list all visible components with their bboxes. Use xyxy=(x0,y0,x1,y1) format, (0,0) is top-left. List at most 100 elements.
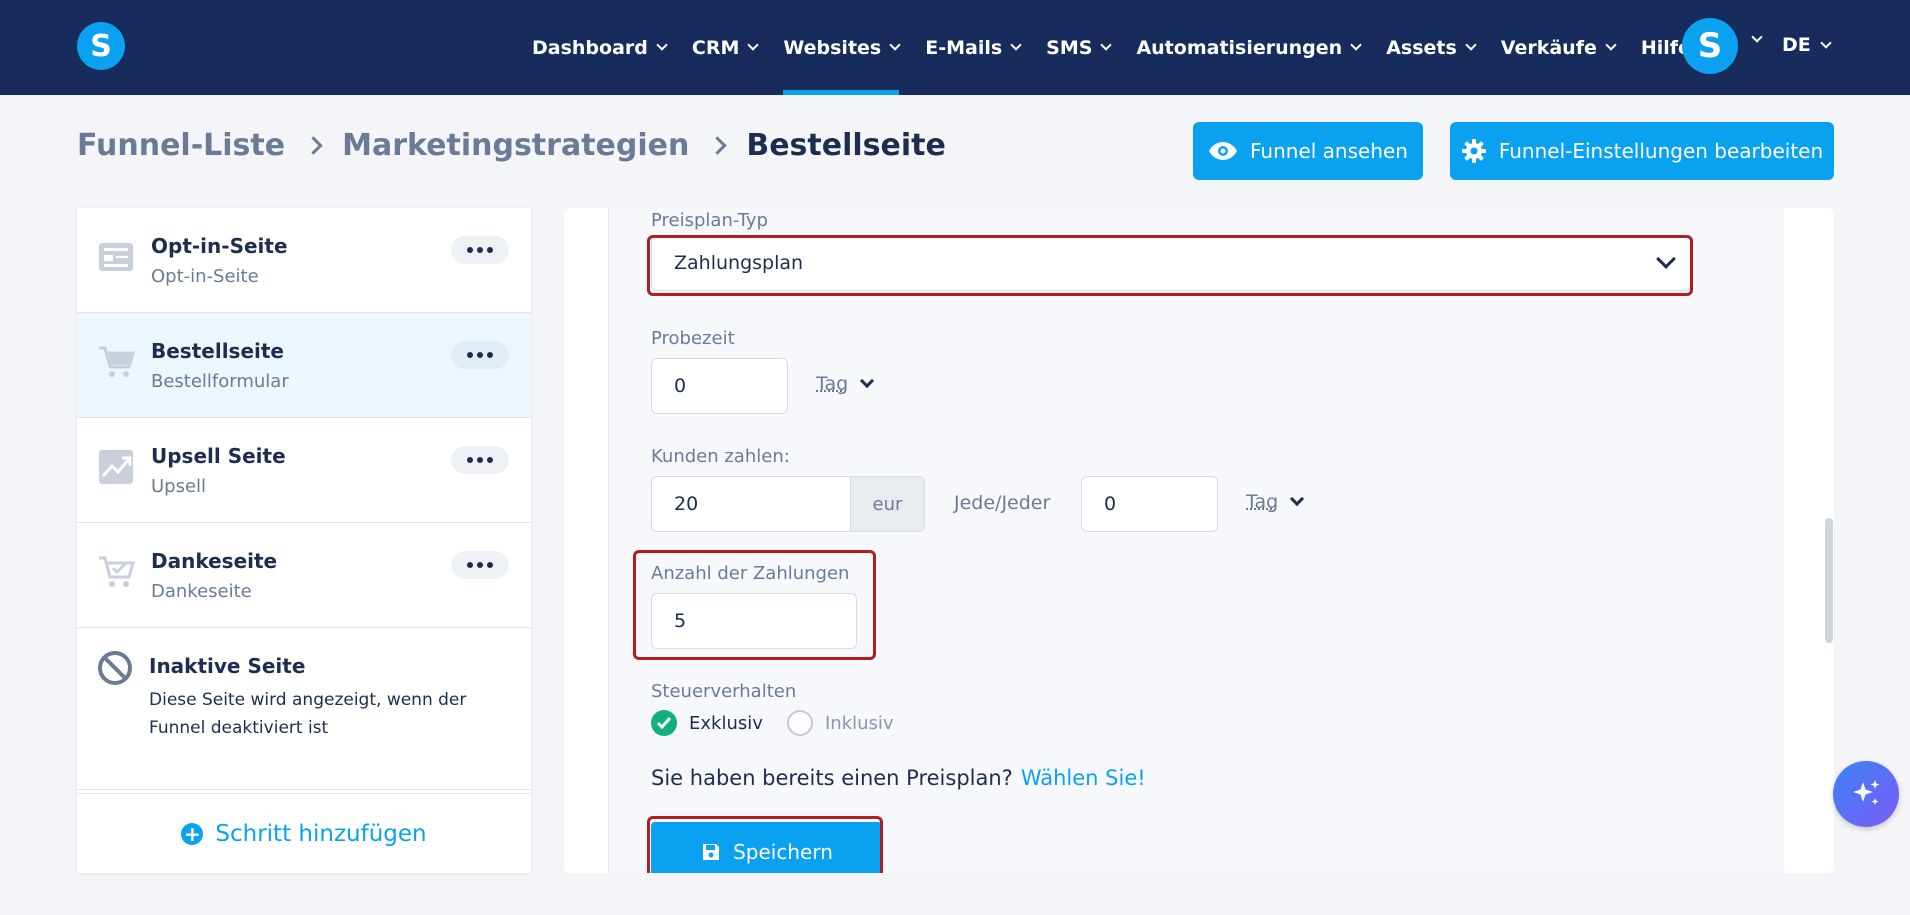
ai-assistant-button[interactable] xyxy=(1833,761,1899,827)
add-step-label: Schritt hinzufügen xyxy=(215,820,427,847)
chevron-down-icon xyxy=(1350,39,1362,51)
step-subtitle: Dankeseite xyxy=(151,581,252,602)
funnel-steps-sidebar: Opt-in-Seite Opt-in-Seite Bestellseite B… xyxy=(77,208,531,873)
dot xyxy=(477,352,483,358)
scrollbar-thumb[interactable] xyxy=(1825,518,1833,643)
chevron-down-icon xyxy=(860,373,875,389)
dot xyxy=(487,457,493,463)
nav-label: Automatisierungen xyxy=(1136,36,1343,59)
interval-unit-select[interactable]: Tag xyxy=(1246,491,1305,513)
choose-plan-link[interactable]: Wählen Sie! xyxy=(1021,766,1146,790)
main-nav: Dashboard CRM Websites E-Mails SMS Autom… xyxy=(532,0,1739,95)
edit-funnel-settings-label: Funnel-Einstellungen bearbeiten xyxy=(1498,139,1824,163)
step-thankyou[interactable]: Dankeseite Dankeseite xyxy=(77,523,531,628)
breadcrumb-funnel[interactable]: Marketingstrategien xyxy=(342,128,689,163)
inactive-page-title: Inaktive Seite xyxy=(149,654,306,678)
inactive-page-description: Diese Seite wird angezeigt, wenn der Fun… xyxy=(149,690,467,738)
step-subtitle: Opt-in-Seite xyxy=(151,266,259,287)
plan-type-label: Preisplan-Typ xyxy=(651,210,768,231)
pay-label: Kunden zahlen: xyxy=(651,446,790,467)
existing-plan-line: Sie haben bereits einen Preisplan? Wählen… xyxy=(651,766,1146,790)
currency-addon: eur xyxy=(851,476,925,532)
interval-value: 0 xyxy=(1104,493,1117,515)
more-options-button[interactable] xyxy=(451,236,509,264)
interval-unit-value: Tag xyxy=(1246,491,1279,513)
dot xyxy=(487,247,493,253)
payments-count-highlight xyxy=(633,550,876,660)
dot xyxy=(487,352,493,358)
nav-automations[interactable]: Automatisierungen xyxy=(1136,0,1362,95)
optin-page-icon xyxy=(99,243,133,271)
nav-assets[interactable]: Assets xyxy=(1386,0,1477,95)
more-options-button[interactable] xyxy=(451,446,509,474)
gear-icon xyxy=(1461,139,1486,163)
chevron-down-icon xyxy=(656,39,668,51)
language-selector[interactable]: DE xyxy=(1782,0,1832,90)
plan-type-highlight xyxy=(647,235,1693,296)
language-label: DE xyxy=(1782,34,1811,56)
trial-unit-value: Tag xyxy=(816,373,849,395)
step-title: Dankeseite xyxy=(151,549,278,573)
dot xyxy=(477,562,483,568)
breadcrumb: Funnel-Liste Marketingstrategien Bestell… xyxy=(77,128,946,163)
trial-input[interactable]: 0 xyxy=(651,358,788,414)
chevron-right-icon xyxy=(708,136,728,155)
pay-amount-value: 20 xyxy=(674,493,699,515)
existing-plan-text: Sie haben bereits einen Preisplan? xyxy=(651,766,1013,790)
chevron-down-icon xyxy=(1820,36,1832,49)
nav-dashboard[interactable]: Dashboard xyxy=(532,0,668,95)
app-logo[interactable]: S xyxy=(77,22,125,70)
dot xyxy=(467,247,473,253)
step-order-page[interactable]: Bestellseite Bestellformular xyxy=(77,313,531,418)
chevron-down-icon xyxy=(1605,39,1617,51)
nav-label: SMS xyxy=(1046,36,1093,59)
tax-exclusive-radio[interactable]: Exklusiv xyxy=(651,710,763,736)
price-plan-panel: Preisplan-Typ Zahlungsplan Probezeit 0 T… xyxy=(564,208,1834,873)
nav-crm[interactable]: CRM xyxy=(692,0,760,95)
save-button-highlight xyxy=(647,816,883,873)
step-optin[interactable]: Opt-in-Seite Opt-in-Seite xyxy=(77,208,531,313)
user-avatar[interactable]: S xyxy=(1682,18,1738,74)
sparkles-icon xyxy=(1853,780,1880,805)
chevron-down-icon[interactable] xyxy=(1751,31,1763,43)
interval-input[interactable]: 0 xyxy=(1081,476,1218,532)
dot xyxy=(467,457,473,463)
nav-emails[interactable]: E-Mails xyxy=(925,0,1022,95)
nav-label: Websites xyxy=(783,36,882,59)
breadcrumb-current-page: Bestellseite xyxy=(746,128,946,163)
step-upsell[interactable]: Upsell Seite Upsell xyxy=(77,418,531,523)
every-label: Jede/Jeder xyxy=(954,492,1051,514)
nav-sales[interactable]: Verkäufe xyxy=(1500,0,1617,95)
view-funnel-button[interactable]: Funnel ansehen xyxy=(1193,122,1423,180)
chevron-down-icon xyxy=(1465,39,1477,51)
step-title: Opt-in-Seite xyxy=(151,234,288,258)
add-step-button[interactable]: + Schritt hinzufügen xyxy=(77,793,531,873)
chevron-down-icon xyxy=(747,39,760,51)
tax-inclusive-label: Inklusiv xyxy=(825,712,894,734)
step-title: Upsell Seite xyxy=(151,444,286,468)
more-options-button[interactable] xyxy=(451,341,509,369)
trial-unit-select[interactable]: Tag xyxy=(816,373,875,395)
chevron-down-icon xyxy=(889,39,901,51)
cart-check-icon xyxy=(99,556,135,587)
cart-icon xyxy=(99,346,135,377)
chevron-down-icon xyxy=(1100,39,1113,51)
step-subtitle: Bestellformular xyxy=(151,371,289,392)
unchecked-radio-icon xyxy=(787,710,813,736)
step-subtitle: Upsell xyxy=(151,476,207,497)
nav-label: Verkäufe xyxy=(1500,36,1597,59)
more-options-button[interactable] xyxy=(451,551,509,579)
dot xyxy=(467,352,473,358)
nav-sms[interactable]: SMS xyxy=(1046,0,1113,95)
edit-funnel-settings-button[interactable]: Funnel-Einstellungen bearbeiten xyxy=(1450,122,1834,180)
ban-icon xyxy=(98,651,132,685)
chevron-right-icon xyxy=(304,136,323,155)
pay-amount-input[interactable]: 20 xyxy=(651,476,851,532)
breadcrumb-funnel-list[interactable]: Funnel-Liste xyxy=(77,128,285,163)
nav-label: Assets xyxy=(1386,36,1457,59)
nav-websites[interactable]: Websites xyxy=(783,0,901,95)
tax-inclusive-radio[interactable]: Inklusiv xyxy=(787,710,894,736)
plus-circle-icon: + xyxy=(181,822,204,845)
step-inactive-page[interactable]: Inaktive Seite Diese Seite wird angezeig… xyxy=(77,628,531,790)
trial-value: 0 xyxy=(674,375,687,397)
